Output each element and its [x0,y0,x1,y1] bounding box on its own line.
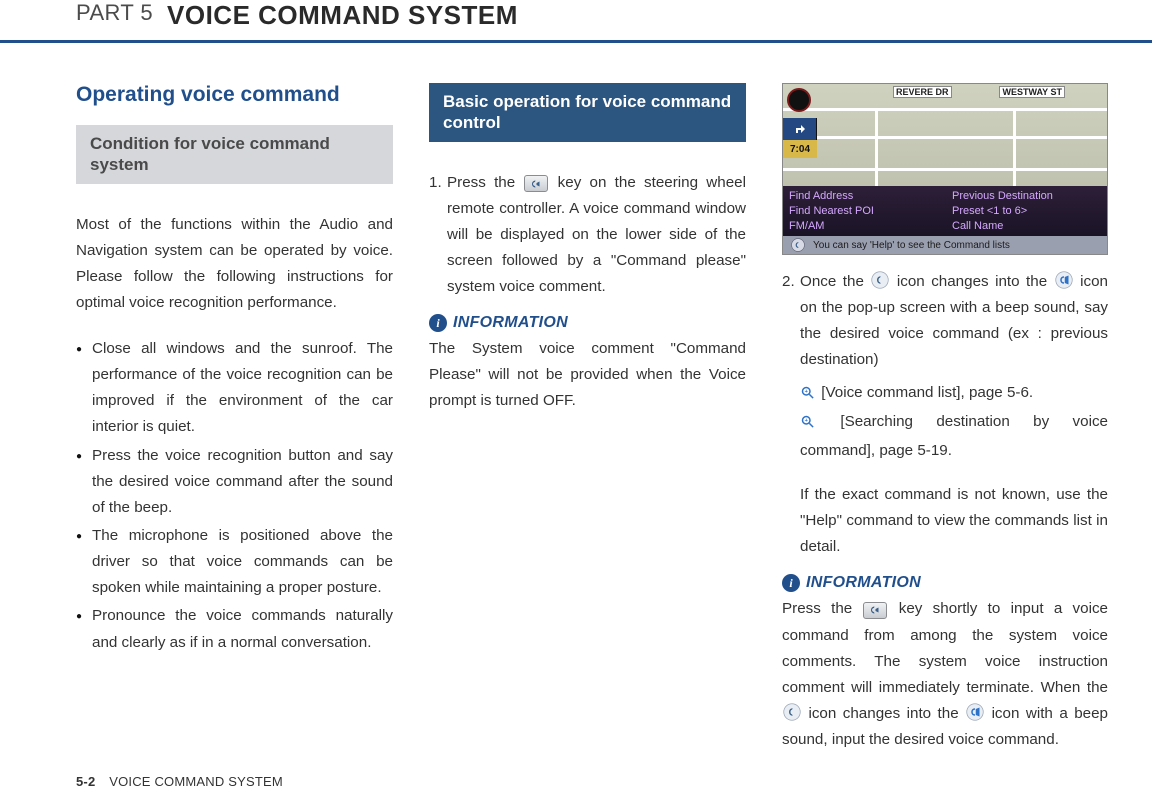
step-list: 1. Press the key on the steering wheel r… [429,170,746,301]
information-heading: i INFORMATION [429,314,746,332]
step-list: 2. Once the icon changes into the icon o… [782,269,1108,560]
information-heading: i INFORMATION [782,574,1108,592]
condition-bullets: Close all windows and the sunroof. The p… [76,336,393,656]
menu-item: Find Address [789,189,938,204]
voice-listening-icon [966,703,984,721]
map-area: REVERE DR WESTWAY ST 7:04 [783,84,1107,186]
menu-item: Find Nearest POI [789,204,938,219]
page-title: VOICE COMMAND SYSTEM [167,0,518,31]
text-part: icon changes into the [808,705,965,722]
page-body: Operating voice command Condition for vo… [0,43,1152,753]
street-label: WESTWAY ST [999,86,1065,98]
step-2: 2. Once the icon changes into the icon o… [782,269,1108,560]
voice-ready-icon [871,271,889,289]
menu-item: FM/AM [789,219,938,234]
hint-voice-icon [787,236,809,254]
compass-icon [787,88,811,112]
reference-icon: + [800,383,815,409]
page-header: PART 5 VOICE COMMAND SYSTEM [0,0,1152,38]
section-title: Operating voice command [76,83,393,107]
information-text-2: Press the key shortly to input a voice c… [782,596,1108,753]
reference-icon: + [800,412,815,438]
column-3: REVERE DR WESTWAY ST 7:04 Find Address P… [782,83,1108,753]
footer-section: VOICE COMMAND SYSTEM [109,774,283,789]
street-label: REVERE DR [893,86,952,98]
voice-listening-icon [1055,271,1073,289]
info-label: INFORMATION [806,574,921,592]
step-1: 1. Press the key on the steering wheel r… [429,170,746,301]
page-number: 5-2 [76,774,95,789]
menu-item: Call Name [952,219,1101,234]
subhead-basic-operation: Basic operation for voice command contro… [429,83,746,142]
info-icon: i [782,574,800,592]
voice-menu: Find Address Previous Destination Find N… [783,186,1107,236]
menu-item: Previous Destination [952,189,1101,204]
bullet-item: Press the voice recognition button and s… [76,443,393,521]
hint-text: You can say 'Help' to see the Command li… [813,240,1010,251]
voice-key-icon [863,602,887,619]
nav-screenshot: REVERE DR WESTWAY ST 7:04 Find Address P… [782,83,1108,255]
step-number: 1. [429,170,442,196]
intro-paragraph: Most of the functions within the Audio a… [76,212,393,317]
reference-link: [Searching destination by voice command]… [800,413,1108,459]
direction-badge [783,118,817,140]
column-1: Operating voice command Condition for vo… [76,83,393,753]
text-part: Press the [782,600,862,617]
bullet-item: The microphone is positioned above the d… [76,523,393,601]
info-icon: i [429,314,447,332]
voice-key-icon [524,175,548,192]
menu-item: Preset <1 to 6> [952,204,1101,219]
info-label: INFORMATION [453,314,568,332]
column-2: Basic operation for voice command contro… [429,83,746,753]
information-text: The System voice comment "Command Please… [429,336,746,414]
step-text: Once the [800,273,870,290]
step-text-part-b: key on the steering wheel remote control… [447,174,746,296]
subhead-condition: Condition for voice command system [76,125,393,184]
hint-bar: You can say 'Help' to see the Command li… [783,236,1107,254]
step-text: icon changes into the [897,273,1054,290]
time-badge: 7:04 [783,140,817,158]
part-label: PART 5 [76,0,153,26]
bullet-item: Pronounce the voice commands naturally a… [76,603,393,655]
step-number: 2. [782,269,795,295]
reference-link: [Voice command list], page 5-6. [821,384,1033,401]
help-paragraph: If the exact command is not known, use t… [800,482,1108,560]
step-text-part-a: Press the [447,174,523,191]
page-footer: 5-2 VOICE COMMAND SYSTEM [76,774,283,789]
bullet-item: Close all windows and the sunroof. The p… [76,336,393,441]
voice-ready-icon [783,703,801,721]
